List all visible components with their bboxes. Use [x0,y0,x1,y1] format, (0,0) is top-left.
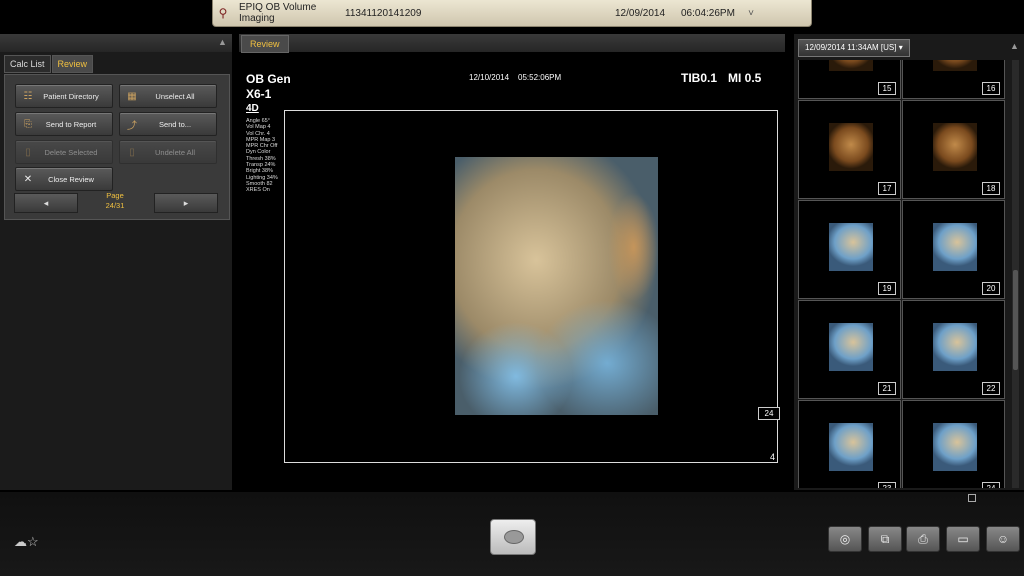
parameter-list: Angle 65° Vol Map 4 Vol Chr. 4 MPR Map 3 MPR… [246,118,278,194]
thumbnail-23[interactable]: 23 [798,400,901,488]
thumbnail-22[interactable]: 22 [902,300,1005,399]
thumbnail-image [933,123,977,171]
trackball-button[interactable] [490,519,536,555]
trash-icon: ▯ [25,146,31,158]
volume-render-image [455,157,658,415]
viewer-header [239,34,785,52]
thumbnail-image [933,60,977,71]
window-restore-icon[interactable] [968,494,976,502]
tab-review[interactable]: Review [51,55,94,73]
unselect-all-button[interactable]: ▦ Unselect All [119,84,217,108]
thumbnail-18[interactable]: 18 [902,100,1005,199]
delete-selected-button[interactable]: ▯ Delete Selected [15,140,113,164]
page-forward-icon: ▸ [183,198,189,208]
page-back-icon: ◂ [43,198,49,208]
image-time: 05:52:06PM [518,73,562,82]
thumbnail-image [829,60,873,71]
close-icon: ✕ [23,173,33,185]
preset-line2: X6-1 [246,87,272,101]
thumbnail-image [829,423,873,471]
thumbnail-number: 23 [878,482,896,488]
page-label: Page [106,191,124,200]
thumbnail-number: 21 [878,382,896,395]
probe-icon: ⚲ [218,6,228,20]
dropdown-arrow-icon: ▾ [898,43,903,52]
send-icon: ⤴ [127,120,137,132]
frame-number: 24 [758,407,780,420]
preset-line1: OB Gen [246,72,291,86]
app-title: EPIQ OB Volume Imaging [239,2,317,24]
thumbnail-19[interactable]: 19 [798,200,901,299]
print-icon[interactable]: ⎙ [906,526,940,552]
network-icon[interactable]: ⧉ [868,526,902,552]
send-to-button[interactable]: ⤴ Send to... [119,112,217,136]
patient-id: 11341120141209 [345,7,422,19]
close-review-button[interactable]: ✕ Close Review [15,167,113,191]
thumbnail-image [829,323,873,371]
page-value: 24/31 [105,201,125,210]
left-tabs: Calc List Review [4,55,94,73]
page-navigator: ◂ Page 24/31 ▸ [10,191,218,213]
undelete-all-button[interactable]: ▯ Undelete All [119,140,217,164]
thumbnail-20[interactable]: 20 [902,200,1005,299]
send-to-report-button[interactable]: ⎘ Send to Report [15,112,113,136]
thumbnail-24[interactable]: 24 [902,400,1005,488]
image-date: 12/10/2014 [469,73,510,82]
grid-icon: ▦ [127,90,137,102]
thumbnail-21[interactable]: 21 [798,300,901,399]
thumbnail-number: 19 [878,282,896,295]
thumbnail-number: 18 [982,182,1000,195]
globe-icon[interactable]: ◎ [828,526,862,552]
patient-icon: ☷ [23,90,33,102]
user-icon[interactable]: ☺ [986,526,1020,552]
tab-viewer-review[interactable]: Review [241,35,289,53]
home-icon[interactable]: ☁☆ [14,534,39,550]
system-date: 12/09/2014 [615,7,666,19]
patient-directory-button[interactable]: ☷ Patient Directory [15,84,113,108]
thumbnail-number: 20 [982,282,1000,295]
thumbnail-number: 17 [878,182,896,195]
thumbnail-17[interactable]: 17 [798,100,901,199]
thumbnail-image [829,223,873,271]
thumbnail-image [933,323,977,371]
thumbnail-number: 16 [982,82,1000,95]
mi-value: MI 0.5 [728,71,762,85]
thumbnail-16[interactable]: 16 [902,60,1005,99]
prev-page-button[interactable]: ◂ [14,193,78,213]
tib-value: TIB0.1 [681,71,718,85]
collapse-up-icon[interactable]: ▲ [1010,41,1019,51]
undelete-icon: ▯ [129,146,135,158]
mode-label: 4D [246,103,259,114]
thumbnail-number: 15 [878,82,896,95]
left-panel-header: ▲ [0,34,232,52]
thumbnail-number: 22 [982,382,1000,395]
report-icon: ⎘ [24,118,32,130]
tab-calc-list[interactable]: Calc List [4,55,51,73]
chevron-down-icon[interactable]: ˅ [741,8,761,19]
thumbnail-15[interactable]: 15 [798,60,901,99]
thumbnail-image [933,423,977,471]
next-page-button[interactable]: ▸ [154,193,218,213]
system-time: 06:04:26PM [681,7,735,19]
collapse-up-icon[interactable]: ▲ [218,37,227,47]
parameter-line: XRES On [246,187,270,194]
scrollbar-thumb[interactable] [1013,270,1018,370]
thumbnail-grid: 15 16 17 18 19 20 21 22 23 24 [798,60,1010,488]
trackball-icon [504,530,524,544]
thumbnail-image [933,223,977,271]
corner-number: 4 [770,452,776,462]
thumbnail-image [829,123,873,171]
battery-icon[interactable]: ▭ [946,526,980,552]
top-status-bar: ⚲ EPIQ OB Volume Imaging 11341120141209 … [212,0,812,27]
exam-date-dropdown[interactable]: 12/09/2014 11:34AM [US] ▾ [798,39,910,57]
thumbnail-number: 24 [982,482,1000,488]
